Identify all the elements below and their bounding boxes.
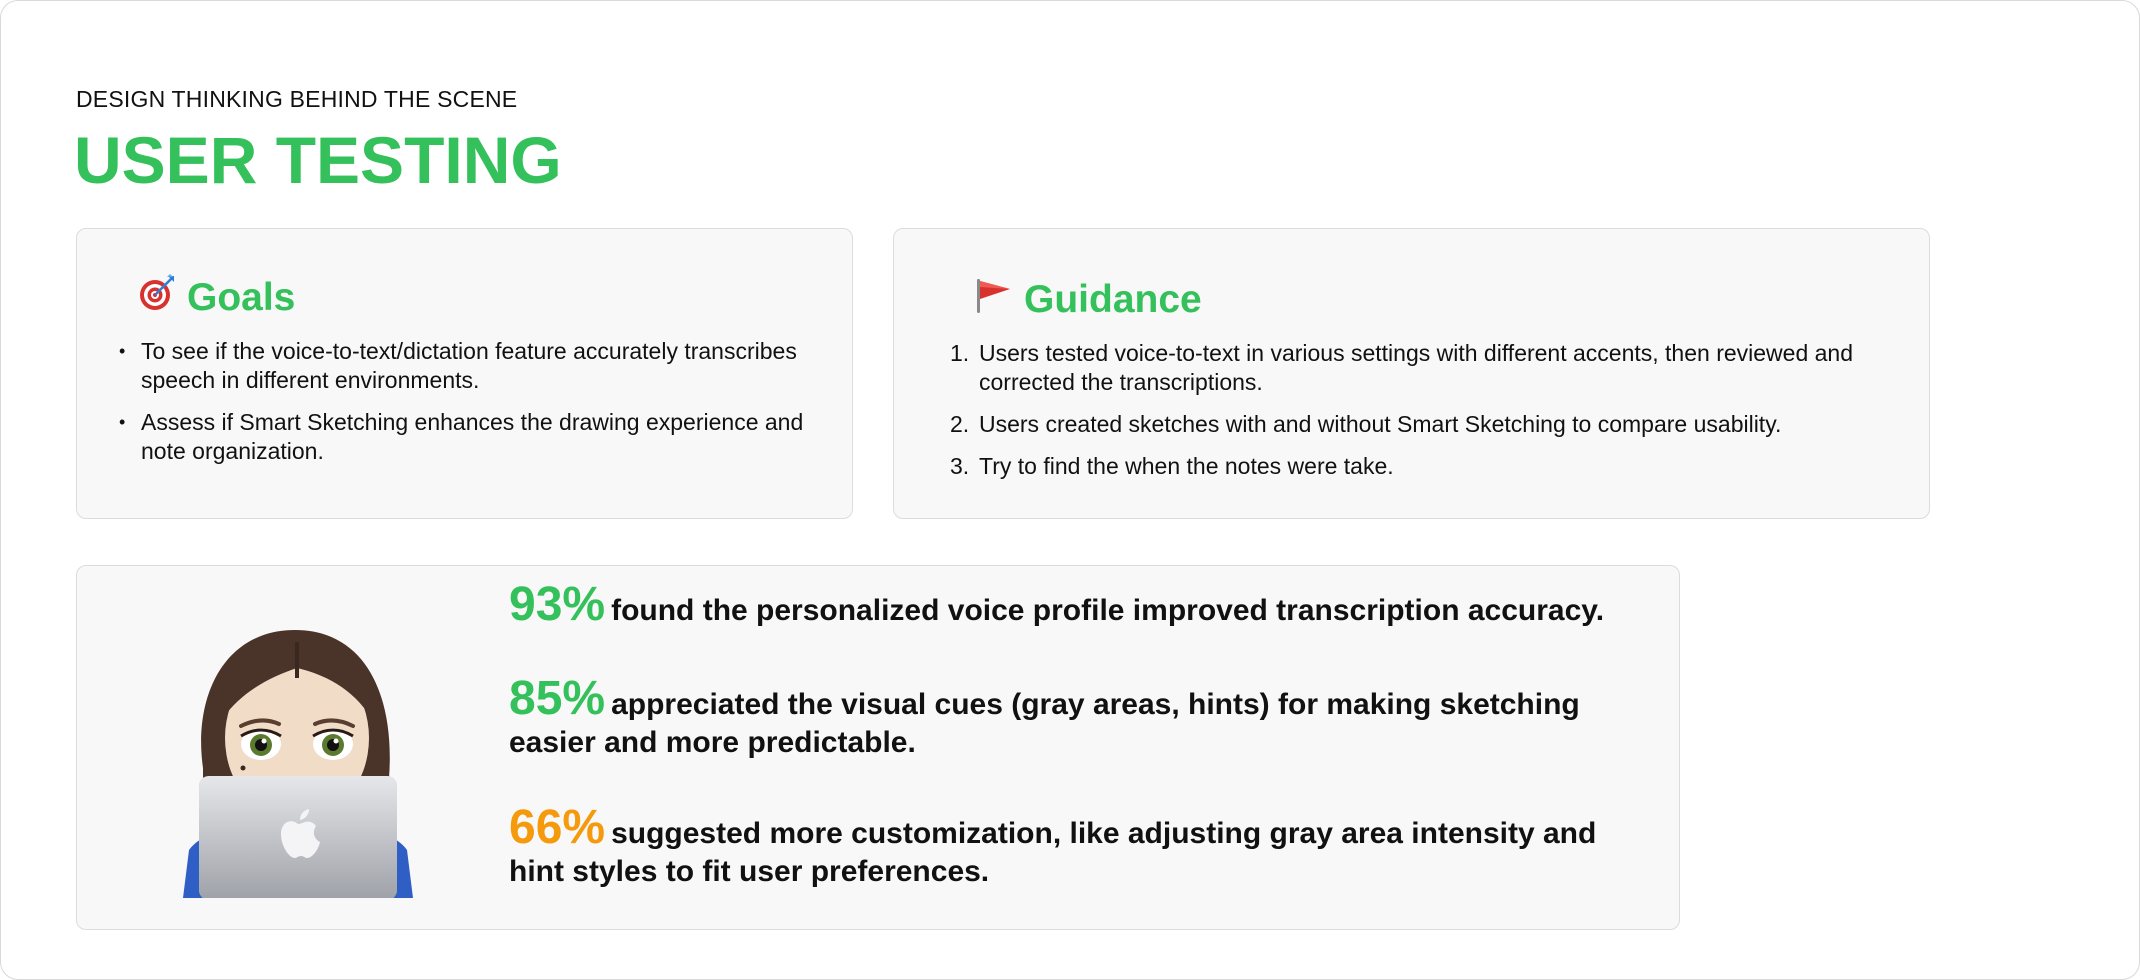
stat-item: 93% found the personalized voice profile … <box>509 581 1649 630</box>
goals-item: Assess if Smart Sketching enhances the d… <box>119 408 819 466</box>
guidance-item-number: 2. <box>950 411 970 437</box>
slide-frame: DESIGN THINKING BEHIND THE SCENE USER TE… <box>0 0 2140 980</box>
guidance-item-text: Users tested voice-to-text in various se… <box>979 340 1854 395</box>
guidance-item-number: 3. <box>950 453 970 479</box>
memoji-laptop-icon <box>183 618 413 900</box>
stat-percent: 66% <box>509 801 606 854</box>
page-title: USER TESTING <box>74 123 562 197</box>
stat-item: 66% suggested more customization, like ad… <box>509 804 1649 891</box>
guidance-item-text: Users created sketches with and without … <box>979 411 1782 437</box>
guidance-heading: Guidance <box>974 275 1202 325</box>
guidance-card: Guidance 1. Users tested voice-to-text i… <box>893 228 1930 519</box>
stat-percent: 93% <box>509 578 606 631</box>
guidance-item-number: 1. <box>950 340 970 366</box>
guidance-item-text: Try to find the when the notes were take… <box>979 453 1394 479</box>
guidance-item: 3. Try to find the when the notes were t… <box>950 452 1900 481</box>
guidance-list: 1. Users tested voice-to-text in various… <box>950 339 1900 494</box>
results-card: 93% found the personalized voice profile … <box>76 565 1680 930</box>
goals-item: To see if the voice-to-text/dictation fe… <box>119 337 819 395</box>
guidance-item: 2. Users created sketches with and witho… <box>950 410 1900 439</box>
guidance-title: Guidance <box>1024 278 1202 321</box>
stat-text: appreciated the visual cues (gray areas,… <box>509 688 1580 759</box>
stat-percent: 85% <box>509 672 606 725</box>
stat-text: found the personalized voice profile imp… <box>611 594 1605 627</box>
goals-heading: Goals <box>137 273 295 323</box>
goals-title: Goals <box>187 276 296 319</box>
target-icon <box>137 273 177 323</box>
stat-item: 85% appreciated the visual cues (gray are… <box>509 675 1649 762</box>
stat-text: suggested more customization, like adjus… <box>509 817 1597 888</box>
eyebrow-label: DESIGN THINKING BEHIND THE SCENE <box>76 86 518 112</box>
goals-list: To see if the voice-to-text/dictation fe… <box>119 337 819 479</box>
goals-card: Goals To see if the voice-to-text/dictat… <box>76 228 853 519</box>
flag-icon <box>974 275 1014 325</box>
guidance-item: 1. Users tested voice-to-text in various… <box>950 339 1900 397</box>
